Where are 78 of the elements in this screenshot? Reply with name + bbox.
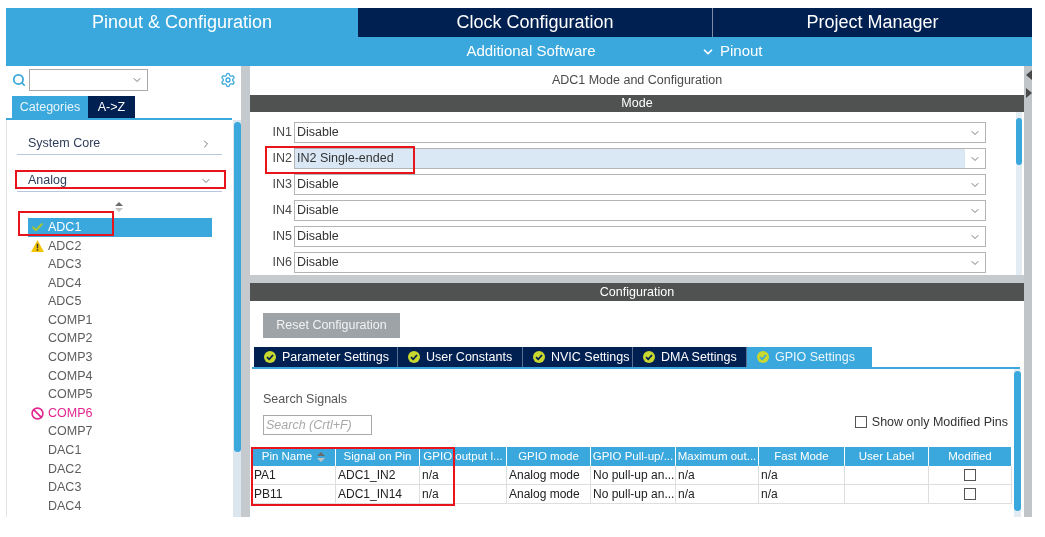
list-item[interactable]: DAC2 [28,459,212,479]
table-cell: n/a [420,466,507,485]
left-triangle-icon[interactable] [1026,70,1032,80]
tab[interactable]: User Constants [398,347,523,367]
check-icon [31,220,44,234]
field-label: IN6 [271,254,293,272]
list-item[interactable]: ADC5 [28,292,212,311]
list-item[interactable]: ADC4 [28,273,212,293]
table-cell: PA1 [252,466,336,485]
table-cell: ADC1_IN14 [336,485,420,504]
list-item[interactable]: DAC4 [28,496,212,516]
blocked-icon [31,406,44,420]
list-item[interactable]: DAC3 [28,478,212,497]
field-label: IN1 [271,124,293,142]
table-cell: n/a [676,466,759,485]
list-item[interactable]: COMP2 [28,329,212,349]
dropdown-field[interactable]: Disable [294,174,986,195]
table-cell: n/a [759,485,845,504]
tab[interactable]: Parameter Settings [254,347,398,367]
dropdown-field[interactable]: Disable [294,226,986,247]
check-circle-icon [757,351,769,363]
table-cell: Analog mode [507,466,591,485]
checkbox[interactable] [964,469,976,481]
scrollbar[interactable] [233,120,241,517]
search-icon[interactable] [12,72,26,87]
field-label: IN2 [271,150,293,168]
list-item[interactable]: COMP5 [28,385,212,404]
dropdown-field[interactable]: Disable [294,252,986,273]
checkbox-label[interactable]: Show only Modified Pins [871,412,1008,432]
search-field[interactable]: Search (Crtl+F) [263,415,372,435]
field-label: IN5 [271,228,293,246]
list-item[interactable]: COMP3 [28,348,212,367]
section-header: Configuration [250,283,1024,301]
list-item[interactable]: COMP7 [28,422,212,442]
table-cell: n/a [676,485,759,504]
table-cell: Analog mode [507,485,591,504]
warning-icon [31,239,44,252]
right-triangle-icon[interactable] [1026,88,1032,98]
checkbox[interactable] [854,416,867,428]
sort-icon [115,202,123,212]
tab[interactable]: Clock Configuration [358,8,712,37]
list-item[interactable]: COMP4 [28,366,212,386]
table-cell: No pull-up an... [591,485,676,504]
table-cell: n/a [759,466,845,485]
tab[interactable]: DMA Settings [633,347,747,367]
tab[interactable]: A->Z [88,96,135,118]
table-cell: No pull-up an... [591,466,676,485]
table-cell: PB11 [252,485,336,504]
category-header[interactable]: Analog [17,170,222,192]
tab[interactable]: NVIC Settings [523,347,633,367]
check-circle-icon [533,351,545,363]
tab[interactable]: Project Manager [712,8,1032,37]
scrollbar-thumb[interactable] [233,122,241,452]
checkbox[interactable] [964,488,976,500]
sort-icon [317,451,326,462]
dropdown-field[interactable]: IN2 Single-ended [294,148,986,169]
scrollbar[interactable] [1016,112,1022,275]
table-cell: ADC1_IN2 [336,466,420,485]
settings-icon[interactable] [220,71,236,88]
scrollbar-thumb[interactable] [1016,118,1022,165]
list-item[interactable]: DAC1 [28,441,212,460]
list-item[interactable]: ADC2 [28,236,212,256]
check-circle-icon [643,351,655,363]
section-header: Mode [250,95,1024,112]
list-item[interactable]: COMP6 [28,403,212,423]
field-label: IN4 [271,202,293,220]
dropdown-field[interactable]: Disable [294,122,986,143]
category-header[interactable]: System Core [17,133,222,155]
check-circle-icon [408,351,420,363]
field-label: IN3 [271,176,293,194]
table-cell: n/a [420,485,507,504]
search-label: Search Signals [263,392,348,407]
search-combobox[interactable] [29,68,148,91]
dropdown-field[interactable]: Disable [294,200,986,221]
list-item[interactable]: COMP1 [28,310,212,330]
check-circle-icon [264,351,276,363]
list-item[interactable]: ADC3 [28,255,212,274]
panel-title: ADC1 Mode and Configuration [550,72,724,90]
